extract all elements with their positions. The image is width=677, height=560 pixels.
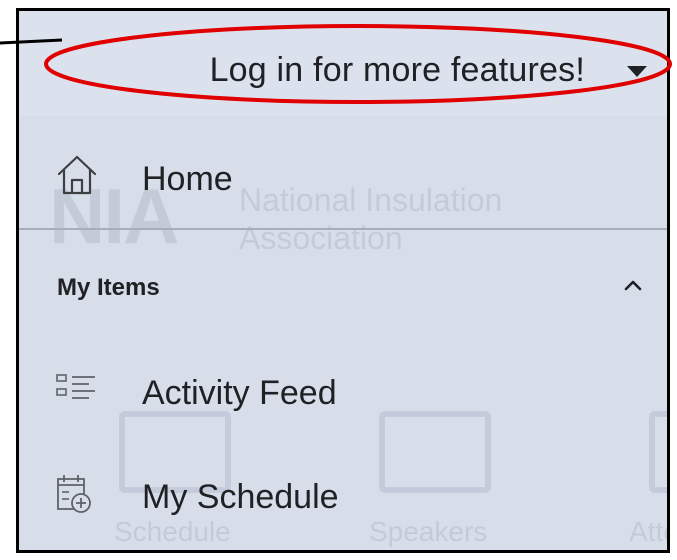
nav-item-activity-feed-label: Activity Feed bbox=[142, 374, 337, 412]
dropdown-caret-icon[interactable] bbox=[627, 66, 647, 77]
nav-item-home[interactable]: Home bbox=[19, 143, 667, 213]
list-icon bbox=[55, 371, 99, 415]
home-icon bbox=[55, 153, 99, 197]
nav-item-home-label: Home bbox=[142, 160, 233, 198]
screenshot-frame: NIA National Insulation Association Sche… bbox=[0, 0, 677, 560]
calendar-add-icon bbox=[55, 473, 99, 517]
nav-item-activity-feed[interactable]: Activity Feed bbox=[19, 359, 667, 429]
login-prompt[interactable]: Log in for more features! bbox=[210, 51, 585, 90]
drawer-header[interactable]: Log in for more features! bbox=[19, 11, 667, 116]
navigation-drawer: NIA National Insulation Association Sche… bbox=[16, 8, 670, 553]
nav-item-my-schedule-label: My Schedule bbox=[142, 478, 339, 516]
background-org-name-line2: Association bbox=[239, 220, 403, 256]
nav-item-my-schedule[interactable]: My Schedule bbox=[19, 463, 667, 533]
divider bbox=[19, 228, 667, 230]
section-label: My Items bbox=[57, 274, 160, 301]
chevron-up-icon[interactable] bbox=[621, 273, 645, 297]
